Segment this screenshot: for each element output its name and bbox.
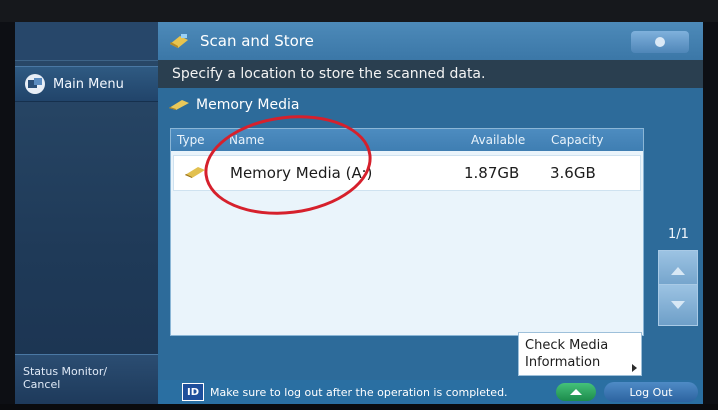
section-title: Memory Media [196, 97, 300, 113]
indicator-icon [655, 37, 665, 47]
sidebar-header [15, 22, 158, 61]
column-header-available: Available [471, 133, 526, 147]
scroll-up-icon [671, 267, 685, 275]
check-media-information-button[interactable]: Check Media Information [518, 332, 642, 376]
check-media-label-line1: Check Media [525, 338, 609, 353]
sidebar: Main Menu Status Monitor/ Cancel [15, 22, 158, 404]
memory-media-icon [169, 100, 189, 110]
usb-drive-icon [184, 165, 206, 183]
id-badge: ID [182, 383, 204, 401]
eject-button[interactable] [556, 383, 596, 401]
title-action-button[interactable] [631, 31, 689, 53]
caret-right-icon [632, 364, 637, 372]
status-monitor-cancel-button[interactable]: Status Monitor/ Cancel [15, 354, 158, 404]
page-indicator: 1/1 [668, 227, 689, 242]
column-header-type: Type [177, 133, 205, 147]
scroll-down-button[interactable] [658, 284, 698, 326]
main-menu-label: Main Menu [53, 76, 124, 92]
logout-button[interactable]: Log Out [604, 382, 698, 402]
main-panel: Scan and Store Specify a location to sto… [158, 22, 703, 404]
scroll-down-icon [671, 301, 685, 309]
footer-bar: ID Make sure to log out after the operat… [158, 380, 703, 404]
instruction-bar: Specify a location to store the scanned … [158, 60, 703, 88]
media-capacity: 3.6GB [550, 164, 596, 182]
media-available: 1.87GB [464, 164, 520, 182]
scan-store-icon [168, 33, 190, 49]
status-label-line1: Status Monitor/ [23, 365, 108, 378]
section-header: Memory Media [168, 94, 299, 116]
main-menu-icon [25, 74, 45, 94]
column-header-capacity: Capacity [551, 133, 604, 147]
screen-bezel-bottom [0, 404, 718, 410]
eject-icon [570, 389, 582, 395]
footer-message: Make sure to log out after the operation… [210, 385, 508, 399]
check-media-label-line2: Information [525, 355, 601, 370]
title-bar: Scan and Store [158, 22, 703, 60]
main-menu-button[interactable]: Main Menu [15, 66, 158, 102]
page-title: Scan and Store [200, 32, 314, 50]
screen-bezel-top [0, 0, 718, 22]
instruction-text: Specify a location to store the scanned … [172, 66, 486, 82]
status-label-line2: Cancel [23, 378, 61, 391]
